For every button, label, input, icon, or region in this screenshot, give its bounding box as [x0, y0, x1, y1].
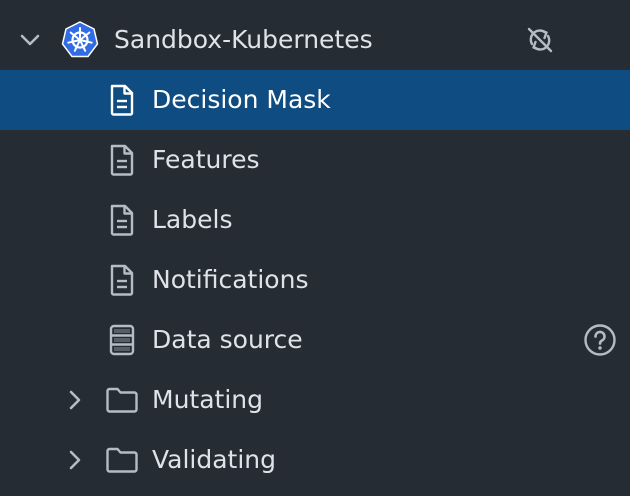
cluster-row[interactable]: Sandbox-Kubernetes	[0, 10, 630, 70]
tree-item-label: Validating	[152, 445, 277, 474]
tree-item-data-source[interactable]: Data source	[0, 310, 630, 370]
file-icon	[108, 204, 136, 236]
sync-disabled-icon[interactable]	[525, 25, 555, 55]
file-icon	[108, 84, 136, 116]
help-icon[interactable]	[583, 323, 617, 357]
chevron-down-icon[interactable]	[18, 28, 42, 52]
tree-item-mutating[interactable]: Mutating	[0, 370, 630, 430]
tree-item-label: Data source	[152, 325, 303, 354]
kubernetes-icon	[60, 20, 100, 60]
tree-item-label: Mutating	[152, 385, 263, 414]
tree-item-labels[interactable]: Labels	[0, 190, 630, 250]
tree-item-label: Features	[152, 145, 260, 174]
tree-item-validating[interactable]: Validating	[0, 430, 630, 490]
tree-item-features[interactable]: Features	[0, 130, 630, 190]
file-tree: Sandbox-Kubernetes Decision Mask Feature…	[0, 0, 630, 496]
folder-icon	[105, 386, 139, 414]
database-icon	[108, 324, 136, 356]
cluster-name: Sandbox-Kubernetes	[114, 25, 373, 54]
tree-item-notifications[interactable]: Notifications	[0, 250, 630, 310]
tree-item-decision-mask[interactable]: Decision Mask	[0, 70, 630, 130]
file-icon	[108, 264, 136, 296]
chevron-right-icon[interactable]	[64, 388, 86, 412]
tree-item-label: Labels	[152, 205, 233, 234]
tree-item-label: Decision Mask	[152, 85, 331, 114]
tree-item-label: Notifications	[152, 265, 309, 294]
chevron-right-icon[interactable]	[64, 448, 86, 472]
folder-icon	[105, 446, 139, 474]
file-icon	[108, 144, 136, 176]
